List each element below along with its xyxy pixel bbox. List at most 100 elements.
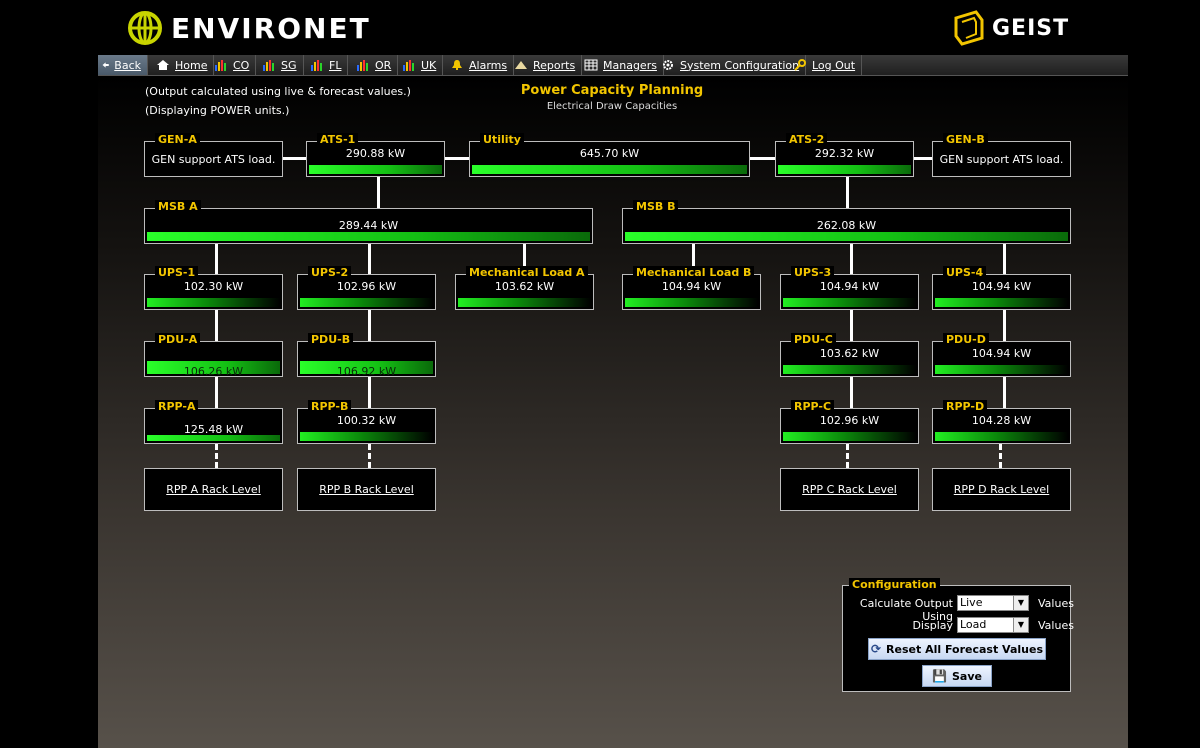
node-value: 292.32 kW xyxy=(814,147,875,160)
node-gen-a[interactable]: GEN-A GEN support ATS load. xyxy=(144,133,283,177)
node-value: 106.92 kW xyxy=(336,365,397,378)
node-ats-2[interactable]: ATS-2 292.32 kW xyxy=(775,133,914,177)
grid-icon xyxy=(584,59,598,71)
node-rpp-d[interactable]: RPP-D 104.28 kW xyxy=(932,400,1071,444)
node-label: PDU-C xyxy=(791,333,836,347)
connector xyxy=(444,157,470,160)
node-ups-1[interactable]: UPS-1 102.30 kW xyxy=(144,266,283,310)
load-bar xyxy=(778,165,911,174)
node-ats-1[interactable]: ATS-1 290.88 kW xyxy=(306,133,445,177)
node-value: 104.94 kW xyxy=(971,280,1032,293)
nav-reports-label: Reports xyxy=(533,58,576,72)
nav-site-uk[interactable]: UK xyxy=(402,55,444,75)
load-bar xyxy=(783,298,916,307)
connector xyxy=(368,310,371,341)
node-pdu-a[interactable]: PDU-A 106.26 kW xyxy=(144,333,283,378)
node-value: 104.28 kW xyxy=(971,414,1032,427)
load-bar xyxy=(625,298,758,307)
configuration-title: Configuration xyxy=(849,578,940,592)
bar-chart-icon xyxy=(263,60,274,71)
save-button[interactable]: 💾 Save xyxy=(922,665,992,687)
nav-reports[interactable]: Reports xyxy=(514,55,583,75)
node-label: MSB B xyxy=(633,200,679,214)
dashed-connector xyxy=(999,444,1002,468)
nav-site-co[interactable]: CO xyxy=(214,55,257,75)
node-gen-b[interactable]: GEN-B GEN support ATS load. xyxy=(932,133,1071,177)
node-rpp-b[interactable]: RPP-B 100.32 kW xyxy=(297,400,436,444)
connector xyxy=(215,243,218,274)
nav-alarms[interactable]: Alarms xyxy=(450,55,515,75)
floppy-disk-icon: 💾 xyxy=(932,669,947,683)
load-bar xyxy=(147,435,280,441)
node-pdu-b[interactable]: PDU-B 106.92 kW xyxy=(297,333,436,378)
dashed-connector xyxy=(846,444,849,468)
chevron-down-icon[interactable]: ▼ xyxy=(1013,618,1028,632)
node-pdu-d[interactable]: PDU-D 104.94 kW xyxy=(932,333,1071,377)
node-value: 102.96 kW xyxy=(819,414,880,427)
connector xyxy=(1003,377,1006,408)
node-label: PDU-D xyxy=(943,333,989,347)
node-value: 104.94 kW xyxy=(971,347,1032,360)
node-text: GEN support ATS load. xyxy=(939,153,1064,166)
connector xyxy=(215,310,218,341)
node-pdu-c[interactable]: PDU-C 103.62 kW xyxy=(780,333,919,377)
connector xyxy=(368,377,371,408)
node-ups-3[interactable]: UPS-3 104.94 kW xyxy=(780,266,919,310)
display-select[interactable]: Load ▼ xyxy=(957,617,1029,633)
rpp-c-rack-level-link[interactable]: RPP C Rack Level xyxy=(780,468,919,511)
load-bar xyxy=(935,365,1068,374)
connector xyxy=(850,310,853,341)
node-value: 262.08 kW xyxy=(816,219,877,232)
nav-home[interactable]: Home xyxy=(156,55,215,75)
node-label: UPS-4 xyxy=(943,266,987,280)
calculate-output-select[interactable]: Live ▼ xyxy=(957,595,1029,611)
nav-logout[interactable]: Log Out xyxy=(793,55,863,75)
node-label: MSB A xyxy=(155,200,201,214)
chevron-down-icon[interactable]: ▼ xyxy=(1013,596,1028,610)
node-rpp-c[interactable]: RPP-C 102.96 kW xyxy=(780,400,919,444)
configuration-panel: Configuration Calculate Output Using Liv… xyxy=(842,578,1074,692)
environet-logo: ENVIRONET xyxy=(127,10,371,46)
node-label: GEN-A xyxy=(155,133,200,147)
node-label: GEN-B xyxy=(943,133,988,147)
node-label: PDU-B xyxy=(308,333,354,347)
node-msb-a[interactable]: MSB A 289.44 kW xyxy=(144,200,593,244)
node-value: 104.94 kW xyxy=(819,280,880,293)
connector xyxy=(282,157,306,160)
node-utility[interactable]: Utility 645.70 kW xyxy=(469,133,750,177)
nav-site-or[interactable]: OR xyxy=(356,55,399,75)
rpp-a-rack-level-link[interactable]: RPP A Rack Level xyxy=(144,468,283,511)
nav-back[interactable]: Back xyxy=(98,55,148,75)
load-bar xyxy=(300,432,433,441)
node-mechanical-load-a[interactable]: Mechanical Load A 103.62 kW xyxy=(455,266,594,310)
connector xyxy=(912,157,933,160)
nav-site-sg[interactable]: SG xyxy=(262,55,304,75)
back-arrow-icon xyxy=(102,62,109,68)
node-ups-2[interactable]: UPS-2 102.96 kW xyxy=(297,266,436,310)
node-ups-4[interactable]: UPS-4 104.94 kW xyxy=(932,266,1071,310)
page-title: Power Capacity Planning xyxy=(520,83,704,98)
node-label: RPP-C xyxy=(791,400,835,414)
nav-managers[interactable]: Managers xyxy=(584,55,664,75)
node-rpp-a[interactable]: RPP-A 125.48 kW xyxy=(144,400,283,444)
connector xyxy=(749,157,776,160)
display-label: Display xyxy=(912,619,953,632)
node-mechanical-load-b[interactable]: Mechanical Load B 104.94 kW xyxy=(622,266,761,310)
rpp-b-rack-level-link[interactable]: RPP B Rack Level xyxy=(297,468,436,511)
rpp-d-rack-level-link[interactable]: RPP D Rack Level xyxy=(932,468,1071,511)
nav-system-configuration[interactable]: System Configuration xyxy=(661,55,807,75)
load-bar xyxy=(309,165,442,174)
node-label: UPS-2 xyxy=(308,266,352,280)
nav-logout-label: Log Out xyxy=(812,58,856,72)
node-value: 103.62 kW xyxy=(494,280,555,293)
nav-managers-label: Managers xyxy=(603,58,657,72)
node-label: ATS-2 xyxy=(786,133,828,147)
nav-site-fl[interactable]: FL xyxy=(310,55,349,75)
node-value: 102.30 kW xyxy=(183,280,244,293)
top-header: ENVIRONET GEIST xyxy=(0,0,1200,54)
reset-forecast-button[interactable]: ⟳ Reset All Forecast Values xyxy=(868,638,1046,660)
connector xyxy=(215,377,218,408)
node-msb-b[interactable]: MSB B 262.08 kW xyxy=(622,200,1071,244)
refresh-icon: ⟳ xyxy=(870,642,882,656)
save-label: Save xyxy=(951,669,982,683)
